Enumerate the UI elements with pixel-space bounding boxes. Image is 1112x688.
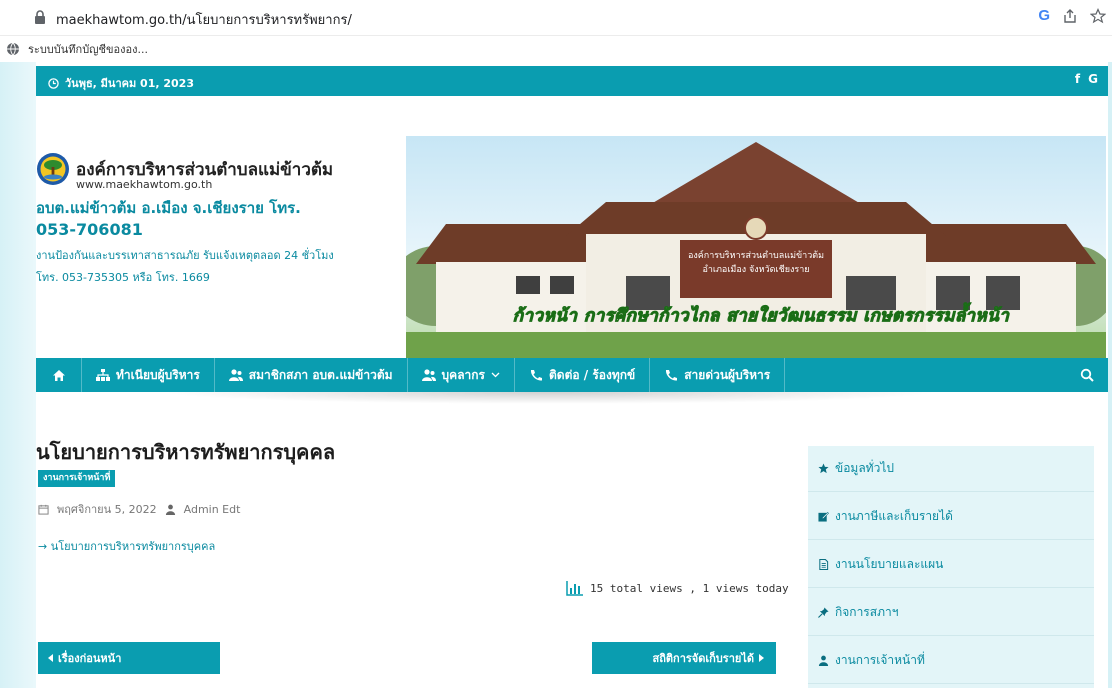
next-post-label: สถิติการจัดเก็บรายได้ bbox=[652, 652, 754, 665]
user-icon bbox=[165, 504, 175, 515]
view-count-text: 15 total views , 1 views today bbox=[590, 581, 789, 595]
main-nav: ทำเนียบผู้บริหาร สมาชิกสภา อบต.แม่ข้าวต้… bbox=[36, 358, 1108, 392]
phone-icon bbox=[530, 370, 542, 381]
org-phone: 053-706081 bbox=[36, 220, 143, 239]
social-links: f G bbox=[1075, 72, 1098, 86]
banner-motto: ก้าวหน้า การศึกษาก้าวไกล สายใยวัฒนธรรม เ… bbox=[512, 306, 1010, 327]
sitemap-icon bbox=[96, 369, 110, 381]
building-sign-line2: อำเภอเมือง จังหวัดเชียงราย bbox=[702, 264, 809, 275]
post-title: นโยบายการบริหารทรัพยากรบุคคล bbox=[36, 440, 336, 464]
sidebar-item-label: ข้อมูลทั่วไป bbox=[835, 461, 894, 475]
sidebar-item-policy[interactable]: งานนโยบายและแผน bbox=[808, 542, 1094, 588]
nav-home[interactable] bbox=[36, 358, 82, 392]
users-icon bbox=[421, 369, 436, 381]
sidebar-item-general-info[interactable]: ข้อมูลทั่วไป bbox=[808, 446, 1094, 492]
nav-item-hotline[interactable]: สายด่วนผู้บริหาร bbox=[650, 358, 786, 392]
post-author[interactable]: Admin Edt bbox=[184, 503, 241, 516]
nav-item-label: ทำเนียบผู้บริหาร bbox=[116, 367, 200, 382]
caret-right-icon bbox=[759, 654, 764, 662]
category-badge[interactable]: งานการเจ้าหน้าที่ bbox=[38, 470, 116, 487]
bookmark-bar: ระบบบันทึกบัญชีขององ... bbox=[0, 36, 1112, 62]
building-sign-line1: องค์การบริหารส่วนตำบลแม่ข้าวต้ม bbox=[688, 249, 824, 261]
clock-icon bbox=[48, 77, 59, 89]
lock-icon bbox=[35, 10, 45, 24]
google-icon[interactable]: G bbox=[1038, 7, 1050, 24]
org-website: www.maekhawtom.go.th bbox=[76, 178, 213, 191]
url-text[interactable]: maekhawtom.go.th/นโยบายการบริหารทรัพยากร… bbox=[56, 9, 352, 30]
nav-item-label: บุคลากร bbox=[441, 367, 485, 382]
sidebar-item-council-affairs[interactable]: กิจการสภาฯ bbox=[808, 590, 1094, 636]
sidebar-item-personnel-affairs[interactable]: งานการเจ้าหน้าที่ bbox=[808, 638, 1094, 684]
sidebar-item-label: งานภาษีและเก็บรายได้ bbox=[835, 509, 953, 523]
browser-url-bar: maekhawtom.go.th/นโยบายการบริหารทรัพยากร… bbox=[0, 0, 1112, 36]
sidebar-item-tax[interactable]: งานภาษีและเก็บรายได้ bbox=[808, 494, 1094, 540]
phone-icon bbox=[666, 370, 678, 381]
star-icon bbox=[818, 463, 829, 474]
pin-icon bbox=[818, 607, 829, 618]
nav-item-council[interactable]: สมาชิกสภา อบต.แม่ข้าวต้ม bbox=[215, 358, 408, 392]
nav-item-label: สายด่วนผู้บริหาร bbox=[684, 367, 771, 382]
current-date: วันพุธ, มีนาคม 01, 2023 bbox=[48, 74, 194, 92]
chevron-down-icon bbox=[491, 372, 500, 378]
header-banner: องค์การบริหารส่วนตำบลแม่ข้าวต้ม อำเภอเมื… bbox=[406, 136, 1106, 358]
caret-left-icon bbox=[48, 654, 53, 662]
bar-chart-icon bbox=[566, 581, 583, 596]
site-header: องค์การบริหารส่วนตำบลแม่ข้าวต้ม www.maek… bbox=[36, 96, 1108, 358]
previous-post-button[interactable]: เรื่องก่อนหน้า bbox=[38, 642, 220, 674]
calendar-icon bbox=[38, 504, 49, 515]
next-post-button[interactable]: สถิติการจัดเก็บรายได้ bbox=[592, 642, 776, 674]
post-date[interactable]: พฤศจิกายน 5, 2022 bbox=[57, 500, 157, 518]
globe-icon bbox=[7, 42, 19, 56]
edit-icon bbox=[818, 511, 829, 522]
nav-shadow bbox=[160, 392, 940, 404]
emergency-notice: งานป้องกันและบรรเทาสาธารณภัย รับแจ้งเหตุ… bbox=[36, 249, 334, 262]
post-attachment-link[interactable]: → นโยบายการบริหารทรัพยากรบุคคล bbox=[38, 537, 215, 555]
nav-item-personnel[interactable]: บุคลากร bbox=[408, 358, 515, 392]
org-short-name: อบต.แม่ข้าวต้ม อ.เมือง จ.เชียงราย โทร. bbox=[36, 199, 301, 217]
date-text: วันพุธ, มีนาคม 01, 2023 bbox=[65, 77, 194, 90]
search-icon[interactable] bbox=[1080, 368, 1094, 382]
star-icon[interactable] bbox=[1090, 7, 1106, 24]
user-icon bbox=[818, 655, 829, 666]
view-counter: 15 total views , 1 views today bbox=[566, 580, 789, 596]
sidebar-item-label: งานการเจ้าหน้าที่ bbox=[835, 653, 925, 667]
sidebar-item-label: งานนโยบายและแผน bbox=[835, 557, 944, 571]
facebook-icon[interactable]: f bbox=[1075, 72, 1080, 86]
post-meta: พฤศจิกายน 5, 2022 Admin Edt bbox=[38, 500, 240, 518]
browser-actions: G bbox=[1038, 7, 1106, 24]
previous-post-label: เรื่องก่อนหน้า bbox=[58, 652, 122, 665]
nav-item-contact[interactable]: ติดต่อ / ร้องทุกข์ bbox=[515, 358, 651, 392]
nav-item-label: ติดต่อ / ร้องทุกข์ bbox=[549, 367, 636, 382]
org-logo[interactable] bbox=[36, 152, 70, 186]
share-icon[interactable] bbox=[1062, 8, 1078, 24]
nav-item-label: สมาชิกสภา อบต.แม่ข้าวต้ม bbox=[248, 367, 393, 382]
nav-item-executives[interactable]: ทำเนียบผู้บริหาร bbox=[82, 358, 215, 392]
bookmark-item[interactable]: ระบบบันทึกบัญชีขององ... bbox=[6, 40, 148, 58]
google-plus-icon[interactable]: G bbox=[1088, 72, 1098, 86]
emergency-hotline: โทร. 053-735305 หรือ โทร. 1669 bbox=[36, 271, 210, 284]
sidebar-menu: ข้อมูลทั่วไป งานภาษีและเก็บรายได้ งานนโย… bbox=[808, 446, 1094, 688]
sidebar-item-label: กิจการสภาฯ bbox=[835, 605, 899, 619]
top-bar: วันพุธ, มีนาคม 01, 2023 f G bbox=[36, 66, 1108, 96]
home-icon bbox=[52, 369, 65, 381]
document-icon bbox=[819, 559, 829, 570]
users-icon bbox=[228, 369, 243, 381]
bookmark-label: ระบบบันทึกบัญชีขององ... bbox=[28, 43, 148, 56]
